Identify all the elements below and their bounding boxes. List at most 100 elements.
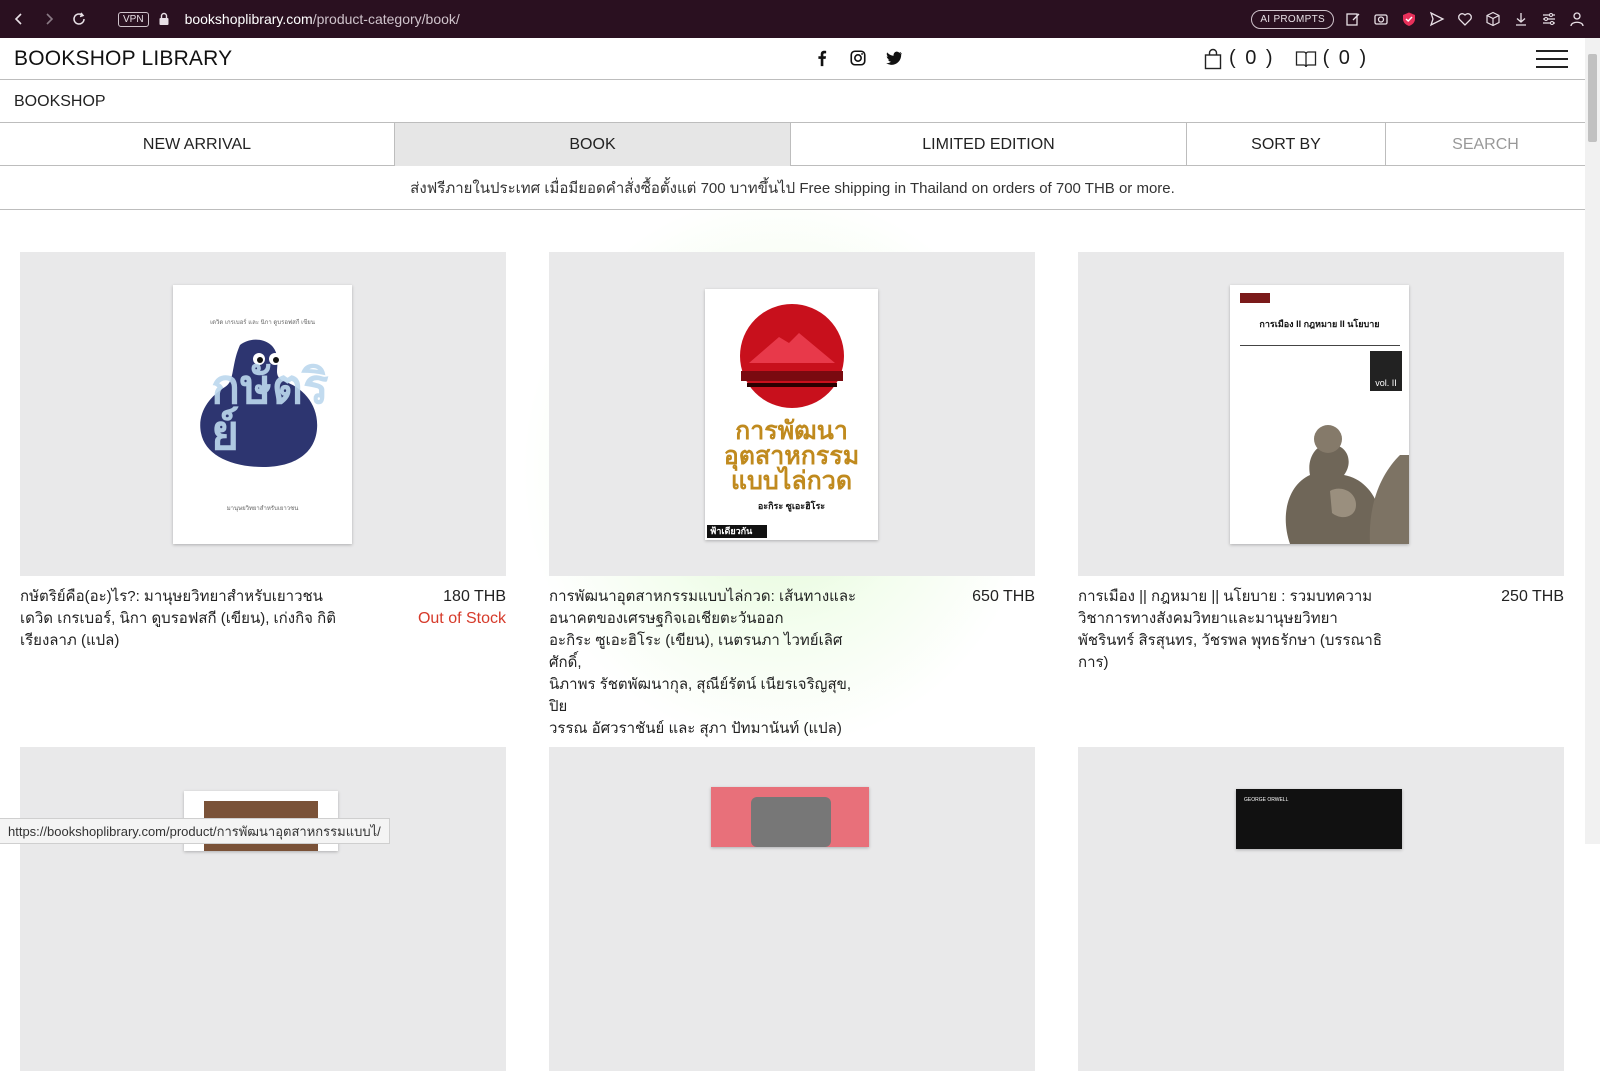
shipping-notice: ส่งฟรีภายในประเทศ เมื่อมียอดคำสั่งซื้อตั… bbox=[0, 166, 1585, 210]
cart-bag-icon[interactable] bbox=[1203, 48, 1223, 70]
heart-icon[interactable] bbox=[1456, 10, 1474, 28]
product-price: 250 THB bbox=[1501, 588, 1564, 605]
product-image[interactable] bbox=[20, 747, 506, 1071]
facebook-icon[interactable] bbox=[812, 48, 832, 68]
lock-icon bbox=[159, 12, 169, 25]
product-price: 180 THB bbox=[443, 588, 506, 605]
red-sun-mountain-icon bbox=[740, 304, 844, 408]
product-title[interactable]: การพัฒนาอุตสาหกรรมแบบไล่กวด: เส้นทางและ … bbox=[549, 586, 869, 740]
reload-icon[interactable] bbox=[68, 8, 90, 30]
sort-by-button[interactable]: SORT BY bbox=[1187, 123, 1386, 166]
book-cover: การเมือง II กฎหมาย II นโยบาย vol. II bbox=[1230, 285, 1409, 544]
browser-extensions: AI PROMPTS bbox=[1251, 0, 1586, 38]
product-card[interactable] bbox=[549, 747, 1035, 1071]
cover-subtitle: มานุษยวิทยาสำหรับเยาวชน bbox=[226, 506, 299, 512]
address-bar[interactable]: bookshoplibrary.com/product-category/boo… bbox=[185, 11, 460, 27]
product-title[interactable]: กษัตริย์คือ(อะ)ไร?: มานุษยวิทยาสำหรับเยา… bbox=[20, 586, 350, 652]
volume-box: vol. II bbox=[1370, 351, 1402, 391]
bookshop-label[interactable]: BOOKSHOP bbox=[14, 93, 106, 111]
title-line: วรรณ อัศวราชันย์ และ สุภา ปัทมานันท์ (แป… bbox=[549, 720, 842, 737]
cover-big-title: กษัตริย์ bbox=[211, 361, 329, 460]
publisher-logo-mark bbox=[1240, 293, 1270, 303]
site-logo[interactable]: BOOKSHOP LIBRARY bbox=[14, 47, 232, 71]
title-line: วิชาการทางสังคมวิทยาและมานุษยวิทยา bbox=[1078, 610, 1338, 627]
product-info: การพัฒนาอุตสาหกรรมแบบไล่กวด: เส้นทางและ … bbox=[549, 586, 1035, 740]
ai-prompts-button[interactable]: AI PROMPTS bbox=[1251, 9, 1334, 29]
book-cover: เดวิด เกรเบอร์ และ นิกา ดูบรอฟสกี เขียน … bbox=[173, 285, 352, 544]
title-line: นิภาพร รัชตพัฒนากุล, สุณีย์รัตน์ เนียรเจ… bbox=[549, 676, 852, 715]
header-counters: ( 0 ) ( 0 ) bbox=[1203, 47, 1382, 70]
product-image[interactable]: GEORGE ORWELL bbox=[1078, 747, 1564, 1071]
product-price: 650 THB bbox=[972, 588, 1035, 605]
tab-book[interactable]: BOOK bbox=[395, 123, 791, 166]
camera-icon[interactable] bbox=[1372, 10, 1390, 28]
title-line: การเมือง || กฎหมาย || นโยบาย : รวมบทความ bbox=[1078, 588, 1373, 605]
scrollbar-thumb[interactable] bbox=[1588, 54, 1597, 142]
cover-rule bbox=[1240, 345, 1400, 346]
cover-art bbox=[751, 797, 831, 847]
bookshop-bar: BOOKSHOP bbox=[0, 80, 1585, 123]
product-price-block: 180 THB Out of Stock bbox=[418, 586, 506, 630]
wishlist-count[interactable]: ( 0 ) bbox=[1323, 47, 1369, 70]
settings-sliders-icon[interactable] bbox=[1540, 10, 1558, 28]
page-scrollbar[interactable] bbox=[1585, 38, 1600, 844]
tab-limited-edition[interactable]: LIMITED EDITION bbox=[791, 123, 1187, 166]
title-line: กษัตริย์คือ(อะ)ไร?: มานุษยวิทยาสำหรับเยา… bbox=[20, 588, 323, 605]
back-icon[interactable] bbox=[8, 8, 30, 30]
social-links bbox=[812, 48, 904, 68]
browser-toolbar: VPN bookshoplibrary.com/product-category… bbox=[0, 0, 1600, 38]
site-header: BOOKSHOP LIBRARY ( 0 ) ( 0 ) bbox=[0, 38, 1585, 80]
title-line: พัชรินทร์ สิรสุนทร, วัชรพล พุทธรักษา (บร… bbox=[1078, 632, 1382, 649]
product-title[interactable]: การเมือง || กฎหมาย || นโยบาย : รวมบทความ… bbox=[1078, 586, 1408, 674]
title-line: การพัฒนาอุตสาหกรรมแบบไล่กวด: เส้นทางและ bbox=[549, 588, 857, 605]
cover-title: การพัฒนา อุตสาหกรรม แบบไล่กวด bbox=[723, 417, 860, 495]
title-line: เรียงลาภ (แปล) bbox=[20, 632, 120, 649]
stock-status: Out of Stock bbox=[417, 610, 506, 627]
product-info: การเมือง || กฎหมาย || นโยบาย : รวมบทความ… bbox=[1078, 586, 1564, 674]
menu-hamburger-icon[interactable] bbox=[1536, 50, 1568, 68]
search-button[interactable]: SEARCH bbox=[1386, 123, 1585, 166]
send-icon[interactable] bbox=[1428, 10, 1446, 28]
book-cover: การพัฒนา อุตสาหกรรม แบบไล่กวด อะกิระ ซูเ… bbox=[705, 289, 878, 540]
shield-icon[interactable] bbox=[1400, 10, 1418, 28]
product-card[interactable]: GEORGE ORWELL bbox=[1078, 747, 1564, 1071]
cart-count[interactable]: ( 0 ) bbox=[1229, 47, 1275, 70]
sculpture-image bbox=[1285, 425, 1409, 544]
product-card[interactable] bbox=[20, 747, 506, 1071]
book-cover: GEORGE ORWELL bbox=[1236, 789, 1402, 849]
forward-icon[interactable] bbox=[38, 8, 60, 30]
product-image[interactable]: การเมือง II กฎหมาย II นโยบาย vol. II bbox=[1078, 252, 1564, 576]
product-price-block: 650 THB bbox=[972, 586, 1035, 608]
tab-new-arrival[interactable]: NEW ARRIVAL bbox=[0, 123, 395, 166]
profile-icon[interactable] bbox=[1568, 10, 1586, 28]
vpn-badge[interactable]: VPN bbox=[118, 11, 149, 27]
cover-author-text: เดวิด เกรเบอร์ และ นิกา ดูบรอฟสกี เขียน bbox=[210, 320, 315, 326]
product-card[interactable]: การเมือง II กฎหมาย II นโยบาย vol. II การ… bbox=[1078, 252, 1564, 674]
book-list-icon[interactable] bbox=[1295, 49, 1317, 69]
cover-author: อะกิระ ซูเอะฮิโระ bbox=[757, 501, 826, 511]
product-price-block: 250 THB bbox=[1501, 586, 1564, 608]
download-icon[interactable] bbox=[1512, 10, 1530, 28]
product-info: กษัตริย์คือ(อะ)ไร?: มานุษยวิทยาสำหรับเยา… bbox=[20, 586, 506, 652]
publisher-logo: ฟ้าเดียวกัน bbox=[707, 525, 767, 538]
product-image[interactable] bbox=[549, 747, 1035, 1071]
edit-icon[interactable] bbox=[1344, 10, 1362, 28]
cover-author: GEORGE ORWELL bbox=[1244, 797, 1289, 803]
product-image[interactable]: เดวิด เกรเบอร์ และ นิกา ดูบรอฟสกี เขียน … bbox=[20, 252, 506, 576]
link-status-bar: https://bookshoplibrary.com/product/การพ… bbox=[0, 818, 390, 844]
book-cover bbox=[711, 787, 869, 847]
title-line: เดวิด เกรเบอร์, นิกา ดูบรอฟสกี (เขียน), … bbox=[20, 610, 336, 627]
title-line: อะกิระ ซูเอะฮิโระ (เขียน), เนตรนภา ไวทย์… bbox=[549, 632, 843, 671]
product-card[interactable]: การพัฒนา อุตสาหกรรม แบบไล่กวด อะกิระ ซูเ… bbox=[549, 252, 1035, 740]
twitter-icon[interactable] bbox=[884, 48, 904, 68]
category-menu: NEW ARRIVAL BOOK LIMITED EDITION SORT BY… bbox=[0, 123, 1585, 166]
product-image[interactable]: การพัฒนา อุตสาหกรรม แบบไล่กวด อะกิระ ซูเ… bbox=[549, 252, 1035, 576]
instagram-icon[interactable] bbox=[848, 48, 868, 68]
box-icon[interactable] bbox=[1484, 10, 1502, 28]
product-card[interactable]: เดวิด เกรเบอร์ และ นิกา ดูบรอฟสกี เขียน … bbox=[20, 252, 506, 652]
cover-title: การเมือง II กฎหมาย II นโยบาย bbox=[1259, 319, 1380, 329]
title-line: อนาคตของเศรษฐกิจเอเชียตะวันออก bbox=[549, 610, 784, 627]
title-line: การ) bbox=[1078, 654, 1109, 671]
url-path: /product-category/book/ bbox=[312, 11, 460, 27]
url-domain: bookshoplibrary.com bbox=[184, 11, 313, 27]
